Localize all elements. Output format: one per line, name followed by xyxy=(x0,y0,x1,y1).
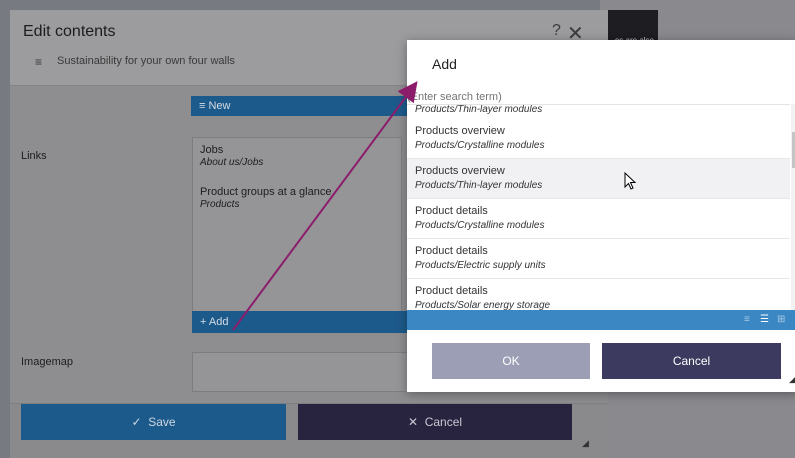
links-list[interactable]: Jobs About us/Jobs Product groups at a g… xyxy=(192,137,402,320)
result-title: Product details xyxy=(415,205,488,217)
imagemap-label: Imagemap xyxy=(21,356,73,368)
add-dialog-title: Add xyxy=(432,56,457,72)
result-title: Products overview xyxy=(415,165,505,177)
add-dialog: Add Products/Thin-layer modules Products… xyxy=(407,40,795,392)
imagemap-field[interactable] xyxy=(192,352,412,392)
link-title: Jobs xyxy=(200,144,224,156)
result-path: Products/Electric supply units xyxy=(415,260,546,271)
new-list-icon: ≡ xyxy=(199,100,206,112)
close-icon: ✕ xyxy=(407,415,419,429)
detail-view-icon[interactable]: ☰ xyxy=(760,314,769,325)
save-button-label: Save xyxy=(148,415,176,429)
result-title: Products overview xyxy=(415,125,505,137)
list-item[interactable]: Products overview Products/Thin-layer mo… xyxy=(407,159,790,199)
add-link-button[interactable]: + Add xyxy=(192,311,412,333)
check-icon: ✓ xyxy=(131,415,142,429)
mouse-cursor-icon xyxy=(624,172,637,190)
new-button-label: New xyxy=(208,100,231,112)
link-path: Products xyxy=(200,199,240,210)
save-button[interactable]: ✓ Save xyxy=(21,404,286,440)
resize-grip-icon[interactable]: ◢ xyxy=(789,374,795,385)
result-title: Product details xyxy=(415,245,488,257)
add-cancel-button[interactable]: Cancel xyxy=(602,343,781,379)
link-item[interactable]: Jobs About us/Jobs xyxy=(200,144,263,168)
results-list[interactable]: Products/Thin-layer modules Products ove… xyxy=(407,104,790,310)
list-item[interactable]: Products overview Products/Crystalline m… xyxy=(407,119,790,159)
ok-button[interactable]: OK xyxy=(432,343,590,379)
new-button[interactable]: ≡ New xyxy=(191,96,411,116)
links-label: Links xyxy=(21,150,47,162)
result-path: Products/Solar energy storage xyxy=(415,300,551,310)
search-input[interactable] xyxy=(407,90,790,104)
result-path: Products/Thin-layer modules xyxy=(415,105,543,115)
list-item[interactable]: Product details Products/Electric supply… xyxy=(407,239,790,279)
result-path: Products/Crystalline modules xyxy=(415,220,545,231)
view-toolbar: ≡ ☰ ⊞ xyxy=(407,310,795,330)
resize-grip-icon[interactable]: ◢ xyxy=(582,438,589,449)
list-view-icon[interactable]: ≡ xyxy=(744,314,750,325)
link-item[interactable]: Product groups at a glance Products xyxy=(200,186,331,210)
result-title: Product details xyxy=(415,285,488,297)
results-scrollbar[interactable] xyxy=(791,104,795,310)
cancel-button[interactable]: ✕ Cancel xyxy=(298,404,572,440)
list-item[interactable]: Product details Products/Crystalline mod… xyxy=(407,199,790,239)
cancel-button-label: Cancel xyxy=(424,415,463,429)
text-lines-icon: ≡ xyxy=(35,55,43,69)
link-title: Product groups at a glance xyxy=(200,186,332,198)
link-path: About us/Jobs xyxy=(200,157,264,168)
grid-view-icon[interactable]: ⊞ xyxy=(777,314,785,325)
list-item[interactable]: Products/Thin-layer modules xyxy=(407,105,790,119)
help-icon[interactable]: ? xyxy=(552,22,561,40)
dialog-title: Edit contents xyxy=(23,23,116,40)
plus-icon: + xyxy=(200,316,207,328)
dialog-subtitle: Sustainability for your own four walls xyxy=(57,55,235,67)
result-path: Products/Crystalline modules xyxy=(415,140,545,151)
add-link-label: Add xyxy=(208,316,229,328)
result-path: Products/Thin-layer modules xyxy=(415,180,543,191)
list-item[interactable]: Product details Products/Solar energy st… xyxy=(407,279,790,310)
